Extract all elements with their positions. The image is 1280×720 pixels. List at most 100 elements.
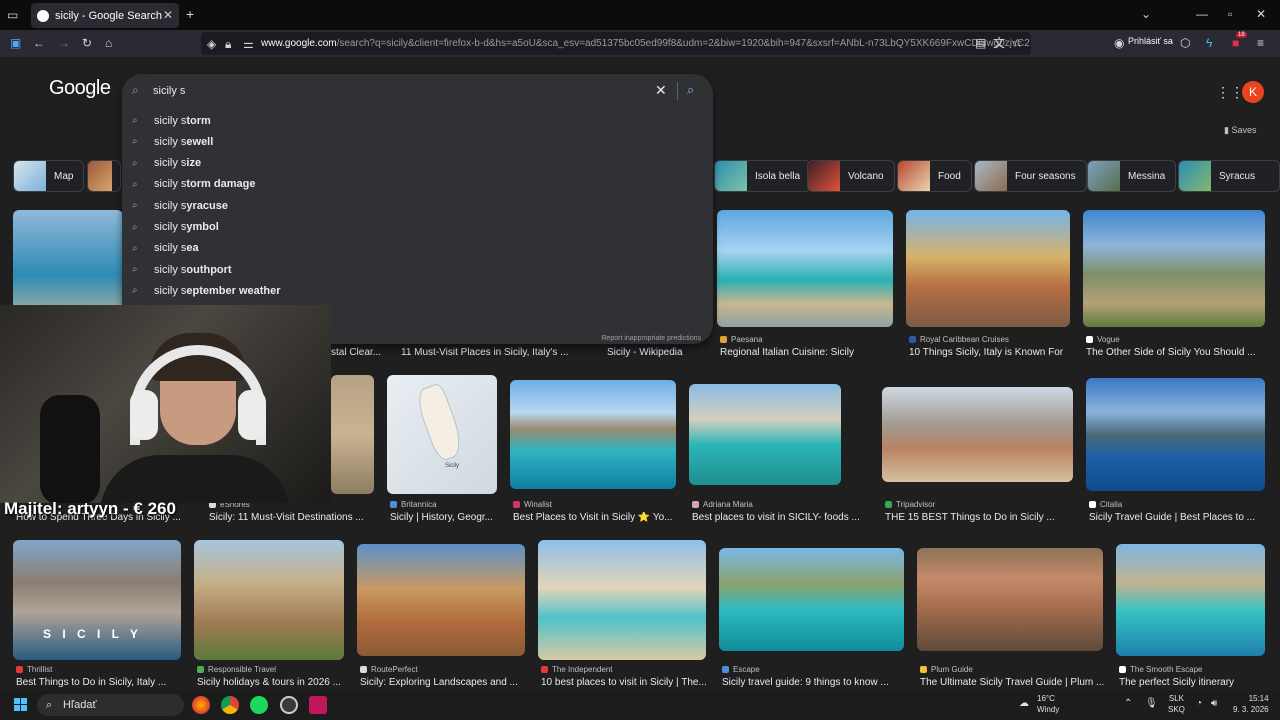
- browser-tab[interactable]: sicily - Google Search ✕: [31, 3, 179, 28]
- sidebar-icon[interactable]: ▣: [10, 36, 21, 50]
- system-clock[interactable]: 15:14 9. 3. 2026: [1233, 693, 1269, 715]
- minimize-icon[interactable]: —: [1196, 7, 1208, 21]
- result-image[interactable]: [906, 210, 1070, 327]
- suggestion-item[interactable]: ⌕ sicily s torm damage: [132, 174, 255, 195]
- suggestion-item[interactable]: ⌕ sicily s eptember weather: [132, 280, 281, 301]
- account-icon[interactable]: ◉: [1114, 36, 1124, 50]
- suggestion-item[interactable]: ⌕ sicily s torm: [132, 110, 211, 131]
- result-image[interactable]: [1086, 378, 1265, 491]
- bookmark-star-icon[interactable]: ☆: [1012, 36, 1023, 50]
- volume-icon[interactable]: 🔊︎: [1211, 698, 1217, 709]
- result-image[interactable]: [689, 384, 841, 485]
- url-bar[interactable]: ◈ 🔒︎ ⚌ www.google.com/search?q=sicily&cl…: [201, 32, 1031, 55]
- apps-grid-icon[interactable]: ⋮⋮: [1216, 84, 1244, 101]
- result-title[interactable]: 10 best places to visit in Sicily | The.…: [541, 677, 706, 688]
- result-title[interactable]: Sicily: 11 Must-Visit Destinations ...: [209, 512, 374, 523]
- result-title[interactable]: Regional Italian Cuisine: Sicily: [720, 347, 895, 358]
- extension-badge-icon[interactable]: ■: [1232, 36, 1239, 50]
- firefox-icon[interactable]: [192, 696, 210, 714]
- result-title[interactable]: The Other Side of Sicily You Should ...: [1086, 347, 1266, 358]
- result-image[interactable]: [1083, 210, 1265, 327]
- suggestion-item[interactable]: ⌕ sicily s outhport: [132, 259, 232, 280]
- chip-food[interactable]: Food: [897, 160, 972, 192]
- result-title[interactable]: stal Clear...: [331, 347, 386, 358]
- result-image[interactable]: [194, 540, 344, 660]
- result-title[interactable]: Sicily holidays & tours in 2026 ...: [197, 677, 347, 688]
- back-icon[interactable]: ←: [33, 36, 45, 50]
- chip-messina[interactable]: Messina: [1087, 160, 1177, 192]
- result-title[interactable]: Best Things to Do in Sicily, Italy ...: [16, 677, 181, 688]
- maximize-icon[interactable]: ▫: [1228, 7, 1232, 21]
- translate-icon[interactable]: 文: [993, 36, 1005, 50]
- weather-widget[interactable]: 16°C Windy: [1037, 693, 1059, 715]
- close-tab-icon[interactable]: ✕: [163, 8, 173, 22]
- close-window-icon[interactable]: ✕: [1256, 7, 1266, 21]
- result-image[interactable]: [717, 210, 893, 327]
- sign-in-button[interactable]: Prihlásiť sa: [1128, 36, 1173, 46]
- weather-icon[interactable]: ☁: [1019, 698, 1029, 709]
- result-title[interactable]: Sicily Travel Guide | Best Places to ...: [1089, 512, 1264, 523]
- result-title[interactable]: 10 Things Sicily, Italy is Known For: [909, 347, 1074, 358]
- chip-syracuse[interactable]: Syracus: [1178, 160, 1280, 192]
- report-predictions-link[interactable]: Report inappropriate predictions: [601, 335, 701, 342]
- suggestion-item[interactable]: ⌕ sicily s ea: [132, 238, 199, 259]
- result-title[interactable]: The Ultimate Sicily Travel Guide | Plum …: [920, 677, 1105, 688]
- result-image[interactable]: [882, 387, 1073, 482]
- result-image[interactable]: Sicily: [387, 375, 497, 494]
- shield-icon[interactable]: ◈: [207, 37, 216, 51]
- chip-map[interactable]: Map: [13, 160, 85, 192]
- permissions-icon[interactable]: ⚌: [243, 37, 254, 51]
- search-submit-icon[interactable]: ⌕: [687, 82, 694, 98]
- suggestion-item[interactable]: ⌕ sicily s ymbol: [132, 217, 219, 238]
- chrome-icon[interactable]: [221, 696, 239, 714]
- search-input[interactable]: sicily s: [153, 85, 185, 97]
- chip-isola-bella[interactable]: Isola bella: [714, 160, 812, 192]
- spotify-icon[interactable]: [250, 696, 268, 714]
- result-image[interactable]: [510, 380, 676, 489]
- result-title[interactable]: 11 Must-Visit Places in Sicily, Italy's …: [401, 347, 581, 358]
- app-icon[interactable]: [309, 696, 327, 714]
- extension-z-icon[interactable]: ϟ: [1206, 36, 1212, 50]
- avatar[interactable]: K: [1242, 81, 1264, 103]
- microphone-icon[interactable]: 🎙︎: [1145, 698, 1158, 709]
- result-title[interactable]: Sicily - Wikipedia: [607, 347, 707, 358]
- suggestion-item[interactable]: ⌕ sicily s yracuse: [132, 195, 228, 216]
- result-image[interactable]: [719, 548, 904, 651]
- chip-partial[interactable]: [87, 160, 121, 192]
- language-switcher[interactable]: SLK SKQ: [1168, 693, 1185, 715]
- result-image[interactable]: [357, 544, 525, 656]
- result-title[interactable]: THE 15 BEST Things to Do in Sicily ...: [885, 512, 1070, 523]
- forward-icon[interactable]: →: [58, 36, 70, 50]
- search-box[interactable]: ⌕ sicily s ✕ ⌕ ⌕ sicily s torm ⌕ sicily s ewe…: [122, 74, 713, 344]
- result-title[interactable]: Sicily | History, Geogr...: [390, 512, 500, 523]
- reload-icon[interactable]: ↻: [82, 36, 92, 50]
- chip-volcano[interactable]: Volcano: [807, 160, 895, 192]
- chip-four-seasons[interactable]: Four seasons: [974, 160, 1087, 192]
- result-image[interactable]: [1116, 544, 1265, 656]
- result-image[interactable]: [917, 548, 1103, 651]
- google-logo[interactable]: Google: [49, 77, 111, 100]
- reader-view-icon[interactable]: ▤: [975, 36, 986, 50]
- result-image[interactable]: [538, 540, 706, 660]
- tab-overflow-chevron-icon[interactable]: ⌄: [1141, 7, 1151, 21]
- result-title[interactable]: Best Places to Visit in Sicily ⭐ Yo...: [513, 512, 678, 523]
- lock-icon[interactable]: 🔒︎: [225, 37, 231, 51]
- result-title[interactable]: The perfect Sicily itinerary: [1119, 677, 1269, 688]
- result-image[interactable]: [331, 375, 374, 494]
- tab-list-icon[interactable]: ▭: [7, 8, 18, 22]
- result-title[interactable]: Sicily: Exploring Landscapes and ...: [360, 677, 525, 688]
- result-title[interactable]: Best places to visit in SICILY- foods ..…: [692, 512, 867, 523]
- suggestion-item[interactable]: ⌕ sicily s ewell: [132, 131, 213, 152]
- tray-chevron-icon[interactable]: ⌃: [1124, 698, 1132, 709]
- suggestion-item[interactable]: ⌕ sicily s ize: [132, 153, 201, 174]
- network-icon[interactable]: ◔: [1196, 698, 1202, 709]
- new-tab-icon[interactable]: +: [186, 7, 194, 21]
- obs-icon[interactable]: [280, 696, 298, 714]
- menu-icon[interactable]: ≡: [1257, 36, 1264, 50]
- extensions-icon[interactable]: ⬡: [1180, 36, 1190, 50]
- result-image[interactable]: S I C I L Y: [13, 540, 181, 660]
- home-icon[interactable]: ⌂: [105, 36, 112, 50]
- saves-link[interactable]: ▮ Saves: [1224, 125, 1256, 136]
- windows-start-icon[interactable]: [14, 698, 28, 712]
- taskbar-search[interactable]: ⌕ Hľadať: [37, 694, 184, 716]
